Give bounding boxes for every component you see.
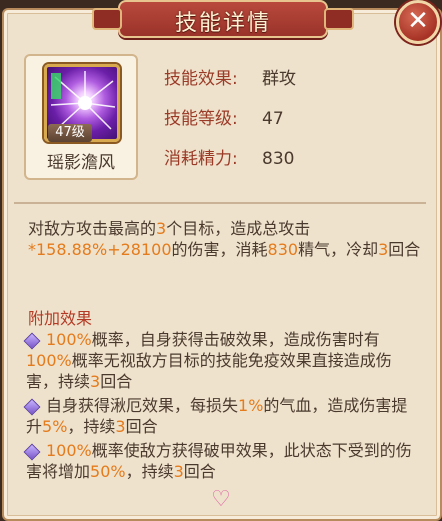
effect-text: 回合: [100, 372, 133, 391]
effect-text: 概率，自身获得击破效果，造成伤害时有: [91, 330, 380, 349]
close-button[interactable]: ✕: [396, 0, 440, 44]
effect-highlight: 3: [173, 462, 184, 481]
desc-text: 个目标，造成总攻击: [166, 219, 311, 238]
skill-description: 对敌方攻击最高的3个目标，造成总攻击*158.88%+28100的伤害，消耗83…: [28, 218, 424, 260]
effect-text: 概率无视敌方目标的技能免疫效果直接造成伤害，持续: [26, 351, 392, 391]
extra-effects-title: 附加效果: [28, 309, 93, 328]
info-value: 群攻: [262, 69, 296, 89]
desc-text: 精气，冷却: [298, 240, 379, 259]
skill-icon-card: 47级 瑶影澹风: [24, 54, 138, 180]
effect-text: 回合: [183, 462, 216, 481]
info-row-level: 技能等级: 47: [164, 104, 284, 129]
effect-highlight: 1%: [238, 396, 264, 415]
skill-level-badge: 47级: [48, 124, 92, 142]
heart-ornament-icon: ♡: [211, 487, 231, 512]
info-value: 47: [262, 109, 284, 129]
header-ribbon: 技能详情: [92, 0, 354, 38]
diamond-icon: [23, 398, 41, 415]
skill-summary: 47级 瑶影澹风 技能效果: 群攻 技能等级: 47 消耗精力: 830: [6, 46, 432, 196]
info-row-effect: 技能效果: 群攻: [164, 64, 296, 89]
info-value: 830: [262, 149, 295, 169]
desc-highlight: *158.88%+28100: [28, 240, 172, 259]
effect-highlight: 5%: [42, 417, 68, 436]
effect-highlight: 3: [90, 372, 101, 391]
effect-text: 回合: [125, 417, 158, 436]
diamond-icon: [23, 443, 41, 460]
desc-highlight: 3: [378, 240, 389, 259]
effect-text: 自身获得湫厄效果，每损失: [46, 396, 239, 415]
page-title: 技能详情: [174, 11, 271, 36]
desc-text: 回合: [388, 240, 421, 259]
effect-item: 自身获得湫厄效果，每损失1%的气血，造成伤害提升5%，持续3回合: [23, 395, 418, 437]
effect-highlight: 3: [115, 417, 126, 436]
desc-text: 对敌方攻击最高的: [28, 219, 157, 238]
extra-effects-list: 100%概率，自身获得击破效果，造成伤害时有100%概率无视敌方目标的技能免疫效…: [23, 329, 418, 485]
info-label: 技能等级:: [164, 109, 238, 129]
effect-text: ，持续: [67, 417, 116, 436]
diamond-icon: [23, 332, 41, 349]
desc-highlight: 3: [156, 219, 167, 238]
info-label: 消耗精力:: [164, 149, 238, 169]
info-label: 技能效果:: [164, 69, 238, 89]
info-row-cost: 消耗精力: 830: [164, 144, 294, 169]
effect-item: 100%概率使敌方获得破甲效果，此状态下受到的伤害将增加50%，持续3回合: [23, 440, 418, 482]
effect-highlight: 100%: [46, 441, 92, 460]
desc-highlight: 830: [267, 240, 299, 259]
effect-item: 100%概率，自身获得击破效果，造成伤害时有100%概率无视敌方目标的技能免疫效…: [23, 329, 418, 392]
desc-text: 的伤害，消耗: [171, 240, 268, 259]
effect-highlight: 100%: [46, 330, 92, 349]
effect-highlight: 50%: [90, 462, 126, 481]
section-divider: [14, 202, 426, 204]
effect-text: ，持续: [125, 462, 174, 481]
effect-highlight: 100%: [26, 351, 72, 370]
skill-name: 瑶影澹风: [47, 153, 115, 173]
